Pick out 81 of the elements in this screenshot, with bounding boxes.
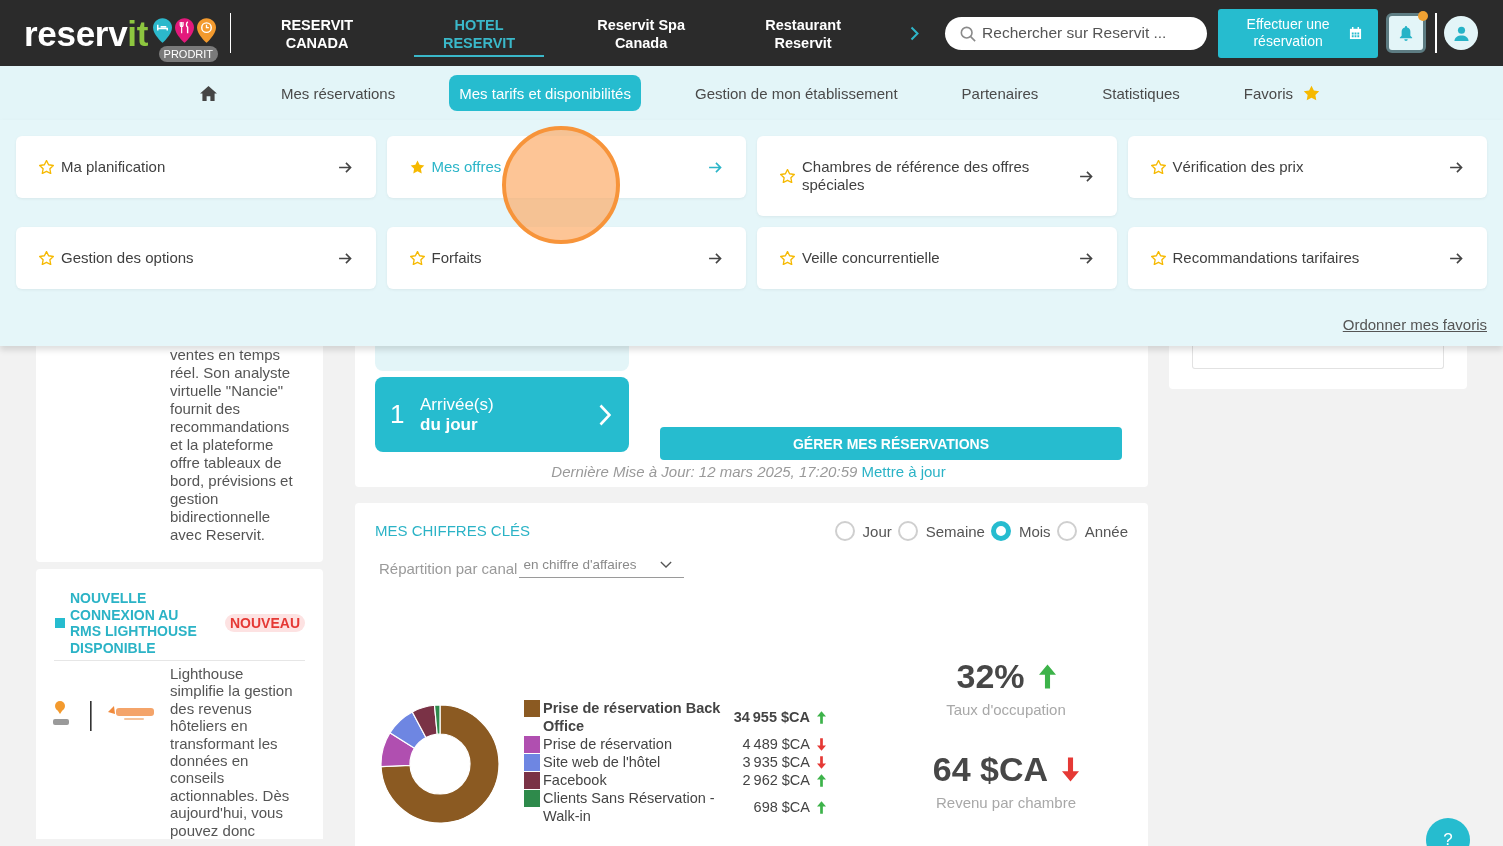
star-icon[interactable] [780,251,795,265]
radio-icon[interactable] [834,521,855,541]
environment-badge: PRODRIT [158,46,219,62]
chevron-right-icon[interactable] [910,25,920,41]
arrow-right-icon [1079,170,1093,182]
star-icon[interactable] [780,169,795,183]
radio-icon[interactable] [990,521,1011,541]
star-icon[interactable] [1150,251,1166,265]
legend-value: 698 $CA [752,799,810,815]
menu-card[interactable]: Vérification des prix [1127,136,1487,198]
period-option[interactable]: Année [1056,521,1128,541]
kpi-value: 32% [956,656,1025,696]
legend-label: Facebook [542,771,608,789]
search-field[interactable]: Rechercher sur Reservit ... [945,16,1208,50]
bell-icon [1399,25,1414,41]
last-update-text: Dernière Mise à Jour: 12 mars 2025, 17:20:59 Mettre à jour [550,463,947,481]
top-nav-tab[interactable]: Restaurant Reservit [738,9,869,57]
star-icon[interactable] [39,160,54,174]
chevron-down-icon [660,561,673,568]
menu-card[interactable]: Chambres de référence des offres spéciales [757,136,1117,216]
home-icon [200,85,217,101]
news-title: NOUVELLE CONNEXION AU RMS LIGHTHOUSE DISPONIBLE [70,590,198,656]
top-nav-tab[interactable]: Reservit Spa Canada [576,9,707,57]
section-tab[interactable]: Gestion de mon établissement [684,75,908,111]
legend-value: 4 489 $CA [741,736,810,752]
clock-pin-icon [197,18,217,43]
legend-label: Prise de réservation Back Office [542,699,722,735]
square-bullet-icon [55,618,65,628]
legend-value: 3 935 $CA [741,754,810,770]
news-text: ventes en temps réel. Son analyste virtuelle "Nancie" fournit des recommandations et la plateforme offre tableaux de bord, prévisions et gestion bidirectionnelle avec Reservit. [170,346,294,544]
menu-card[interactable]: Forfaits [386,227,746,289]
menu-card[interactable]: Veille concurrentielle [757,227,1117,289]
section-tab[interactable]: Statistiques [1092,75,1190,111]
user-icon [1453,25,1469,41]
logo-wordmark: reservit [24,16,149,51]
menu-card[interactable]: Recommandations tarifaires [1127,227,1487,289]
arrow-right-icon [709,161,722,173]
arrow-right-icon [709,252,722,264]
reorder-favorites-link[interactable]: Ordonner mes favoris [1342,316,1487,333]
top-nav-tab[interactable]: HOTEL RESERVIT [414,9,545,57]
favorites-tab[interactable]: Favoris [1233,75,1331,111]
kpi-label: Taux d'occupation [946,701,1066,719]
menu-card[interactable]: Ma planification [16,136,376,198]
new-badge: NOUVEAU [225,614,305,632]
legend-label: Clients Sans Réservation - Walk-in [542,789,716,825]
legend-value: 2 962 $CA [741,772,810,788]
account-button[interactable] [1444,16,1479,50]
star-icon[interactable] [39,251,54,265]
arrow-right-icon [1450,252,1463,264]
legend-label: Site web de l'hôtel [542,753,662,771]
period-option[interactable]: Jour [834,521,892,541]
arrow-right-icon [1450,161,1463,173]
period-option[interactable]: Semaine [897,521,985,541]
notifications-button[interactable] [1386,13,1427,53]
arrow-right-icon [338,252,352,264]
news-text: Lighthouse simplifie la gestion des revenus hôteliers en transformant les données en conseils actionnables. Dès aujourd'hui, vous pouvez donc [170,665,294,840]
top-nav-tab[interactable]: RESERVIT CANADA [252,9,383,57]
star-icon [1303,85,1321,101]
section-tab[interactable]: Mes réservations [271,75,406,111]
section-tab[interactable]: Partenaires [951,75,1049,111]
breakdown-label: Répartition par canal [379,560,518,578]
calendar-icon [1349,26,1363,40]
kpi-value: 64 $CA [932,749,1049,789]
radio-icon[interactable] [897,521,918,541]
cutlery-pin-icon [175,18,195,43]
section-title: MES CHIFFRES CLÉS [375,522,531,540]
arrow-right-icon [338,161,352,173]
chevron-right-icon [599,403,611,426]
period-option[interactable]: Mois [990,521,1051,541]
star-icon[interactable] [409,251,425,265]
arrow-right-icon [1079,252,1093,264]
star-icon[interactable] [409,160,425,174]
star-icon[interactable] [1150,160,1166,174]
legend-label: Prise de réservation [542,735,673,753]
kpi-label: Revenu par chambre [935,794,1077,812]
menu-card[interactable]: Gestion des options [16,227,376,289]
radio-icon[interactable] [1056,521,1077,541]
search-icon [960,25,977,42]
legend-value: 34 955 $CA [732,709,810,725]
breakdown-dropdown[interactable]: en chiffre d'affaires [519,557,685,578]
bed-pin-icon [153,18,173,43]
